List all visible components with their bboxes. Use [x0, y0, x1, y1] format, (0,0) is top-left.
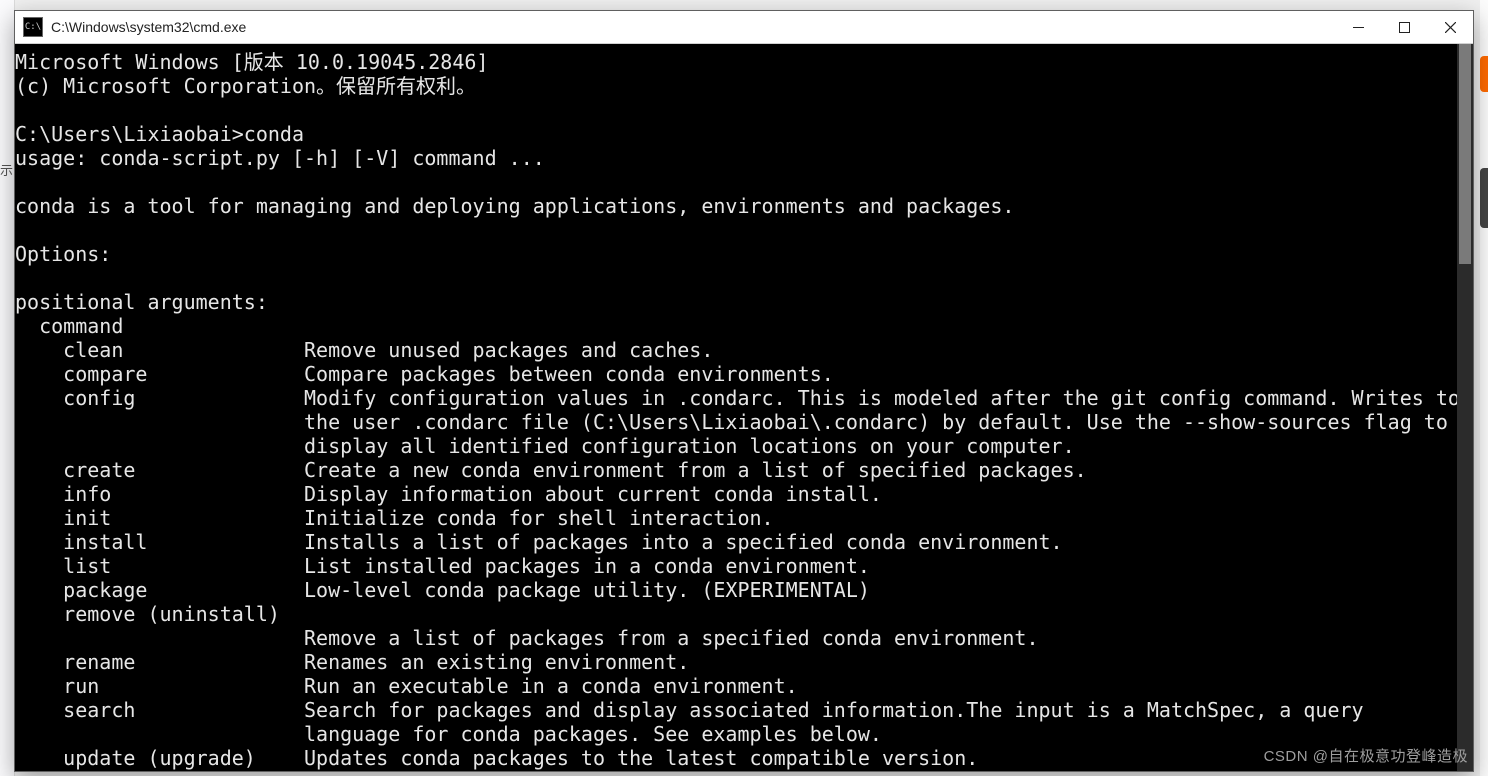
minimize-button[interactable]	[1335, 11, 1381, 43]
scrollbar-vertical[interactable]	[1457, 44, 1473, 771]
cmd-icon: C:\	[23, 17, 43, 37]
terminal-area[interactable]: Microsoft Windows [版本 10.0.19045.2846] (…	[15, 44, 1473, 771]
right-dark-accent	[1480, 168, 1488, 228]
right-background-sliver	[1480, 0, 1488, 776]
close-button[interactable]	[1427, 11, 1473, 43]
right-orange-accent	[1480, 56, 1488, 92]
window-title: C:\Windows\system32\cmd.exe	[51, 19, 246, 35]
close-icon	[1445, 22, 1456, 33]
scrollbar-thumb[interactable]	[1459, 44, 1471, 264]
minimize-icon	[1353, 22, 1364, 33]
left-sliver-char: 示	[0, 160, 14, 179]
cmd-window: C:\ C:\Windows\system32\cmd.exe Microsof…	[14, 10, 1474, 772]
maximize-button[interactable]	[1381, 11, 1427, 43]
titlebar[interactable]: C:\ C:\Windows\system32\cmd.exe	[15, 11, 1473, 44]
terminal-output: Microsoft Windows [版本 10.0.19045.2846] (…	[15, 44, 1457, 771]
left-background-sliver: 示	[0, 0, 15, 776]
maximize-icon	[1399, 22, 1410, 33]
